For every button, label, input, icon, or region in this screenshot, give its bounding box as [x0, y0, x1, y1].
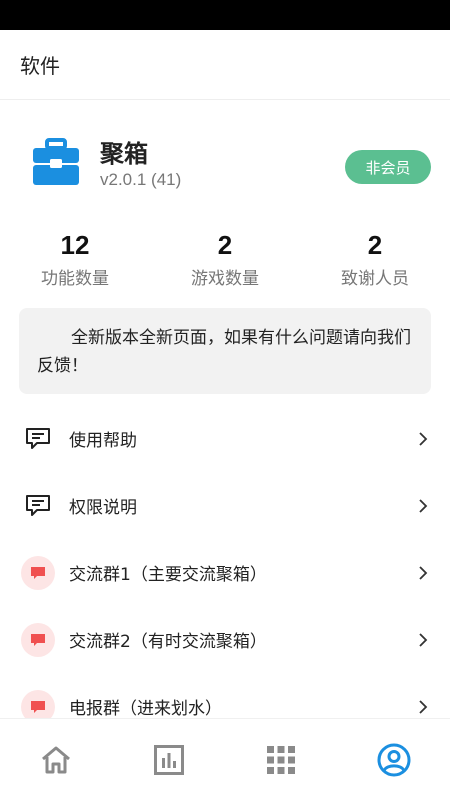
- member-status-button[interactable]: 非会员: [345, 150, 431, 184]
- nav-home[interactable]: [0, 719, 113, 800]
- stats-row: 12 功能数量 2 游戏数量 2 致谢人员: [0, 228, 450, 292]
- group-chat-icon: [21, 623, 55, 657]
- nav-apps[interactable]: [225, 719, 338, 800]
- notice-card: 全新版本全新页面，如果有什么问题请向我们反馈！: [19, 308, 431, 394]
- chevron-right-icon: [419, 565, 428, 580]
- toolbox-logo-icon: [33, 138, 79, 185]
- home-icon: [42, 746, 71, 773]
- stat-value: 12: [60, 230, 90, 260]
- stat-features: 12 功能数量: [0, 228, 150, 292]
- chat-bubble-icon: [21, 422, 55, 456]
- stat-label: 游戏数量: [191, 269, 259, 289]
- menu-item-label: 交流群2（有时交流聚箱）: [69, 632, 267, 652]
- app-bar: 软件: [0, 30, 450, 100]
- menu-item-help[interactable]: 使用帮助: [0, 405, 450, 472]
- nav-stats[interactable]: [113, 719, 226, 800]
- app-profile: 聚箱 v2.0.1 (41) 非会员: [0, 130, 450, 200]
- chart-icon: [153, 744, 184, 775]
- page-title: 软件: [20, 54, 60, 78]
- stat-value: 2: [217, 230, 233, 260]
- stat-label: 功能数量: [41, 269, 109, 289]
- menu-item-label: 使用帮助: [69, 431, 137, 451]
- menu-item-permissions[interactable]: 权限说明: [0, 472, 450, 539]
- stat-value: 2: [367, 230, 383, 260]
- menu-item-group-2[interactable]: 交流群2（有时交流聚箱）: [0, 606, 450, 673]
- app-version: v2.0.1 (41): [100, 170, 182, 189]
- chevron-right-icon: [419, 431, 428, 446]
- nav-profile[interactable]: [338, 719, 450, 800]
- apps-grid-icon: [267, 745, 296, 774]
- stat-label: 致谢人员: [341, 269, 409, 289]
- status-bar: [0, 0, 450, 30]
- app-name: 聚箱: [100, 140, 148, 168]
- group-chat-icon: [21, 556, 55, 590]
- chevron-right-icon: [419, 498, 428, 513]
- menu-list: 使用帮助 权限说明 交流群1（主要交流聚箱） 交流群2（有时交流聚箱） 电报群（…: [0, 405, 450, 740]
- bottom-nav: [0, 718, 450, 800]
- menu-item-label: 交流群1（主要交流聚箱）: [69, 565, 267, 585]
- menu-item-group-1[interactable]: 交流群1（主要交流聚箱）: [0, 539, 450, 606]
- stat-thanks: 2 致谢人员: [300, 228, 450, 292]
- chevron-right-icon: [419, 632, 428, 647]
- profile-icon: [377, 743, 411, 776]
- menu-item-label: 权限说明: [69, 498, 137, 518]
- chat-bubble-icon: [21, 489, 55, 523]
- menu-item-label: 电报群（进来划水）: [69, 699, 222, 719]
- chevron-right-icon: [419, 699, 428, 714]
- stat-games: 2 游戏数量: [150, 228, 300, 292]
